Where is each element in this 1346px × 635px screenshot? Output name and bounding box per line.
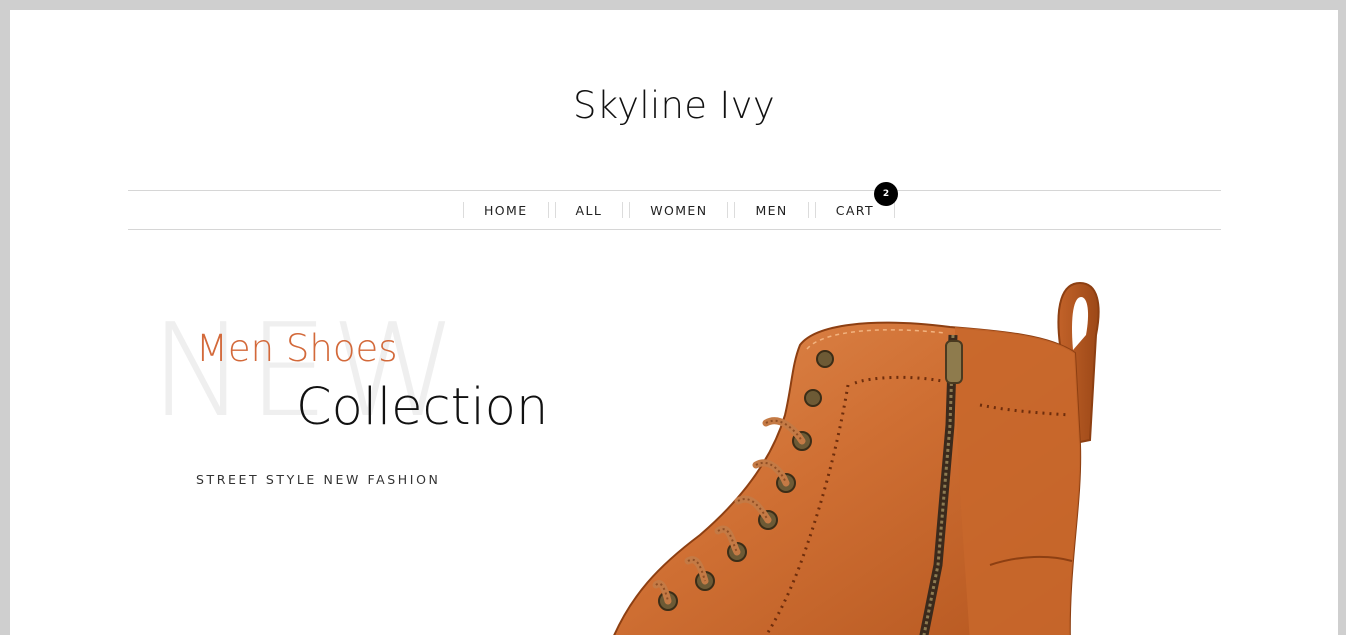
nav-list: HOME ALL WOMEN MEN CART 2	[463, 182, 901, 229]
hero-subtitle: Men Shoes	[196, 327, 398, 370]
nav-item-home[interactable]: HOME	[463, 202, 549, 218]
nav-item-men[interactable]: MEN	[734, 202, 809, 218]
site-title[interactable]: Skyline Ivy	[10, 84, 1338, 127]
leather-boot-image	[613, 281, 1100, 635]
hero-tagline: STREET STYLE NEW FASHION	[196, 472, 441, 487]
nav-item-all[interactable]: ALL	[554, 202, 624, 218]
hero-title: Collection	[296, 378, 549, 437]
main-nav: HOME ALL WOMEN MEN CART 2	[128, 182, 1221, 230]
cart-count-badge[interactable]: 2	[873, 182, 898, 206]
nav-item-label: ALL	[575, 202, 603, 218]
nav-item-label: CART	[835, 202, 874, 218]
page-frame: Skyline Ivy HOME ALL WOMEN MEN CART 2 NE…	[10, 10, 1338, 635]
nav-item-label: HOME	[484, 202, 528, 218]
nav-item-label: MEN	[755, 202, 788, 218]
nav-item-women[interactable]: WOMEN	[629, 202, 729, 218]
nav-item-label: WOMEN	[650, 202, 708, 218]
nav-item-cart[interactable]: CART 2	[814, 182, 898, 218]
